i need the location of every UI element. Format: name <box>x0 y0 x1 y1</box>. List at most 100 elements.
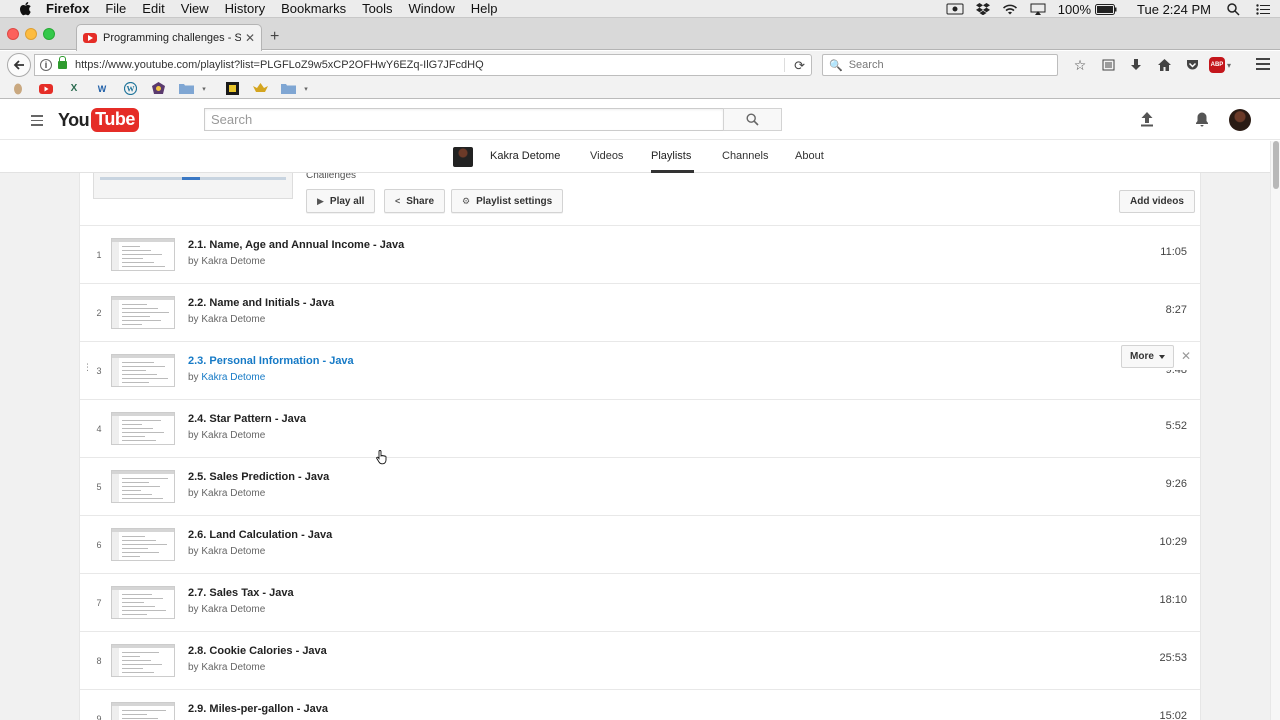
bookmark-crown-icon[interactable] <box>252 82 268 96</box>
video-thumbnail[interactable] <box>111 238 175 271</box>
video-thumbnail[interactable] <box>111 412 175 445</box>
menu-view[interactable]: View <box>181 1 209 16</box>
airplay-icon[interactable] <box>1030 3 1046 15</box>
playlist-video-row[interactable]: 7 2.7. Sales Tax - Java by Kakra Detome 18:… <box>80 573 1200 631</box>
playlist-video-row[interactable]: 5 2.5. Sales Prediction - Java by Kakra De… <box>80 457 1200 515</box>
menu-edit[interactable]: Edit <box>142 1 164 16</box>
bookmark-w-icon[interactable]: W <box>94 82 110 96</box>
video-title-link[interactable]: 2.7. Sales Tax - Java <box>188 587 294 599</box>
dropbox-icon[interactable] <box>975 3 990 15</box>
adblock-plus-icon[interactable]: ABP ▾ <box>1206 55 1234 75</box>
tab-channels[interactable]: Channels <box>722 150 768 162</box>
bookmark-folder-icon[interactable] <box>178 82 194 96</box>
notifications-bell-icon[interactable] <box>1195 111 1209 130</box>
bookmark-imdb-icon[interactable] <box>224 82 240 96</box>
spotlight-icon[interactable] <box>1227 2 1240 16</box>
video-owner-link[interactable]: Kakra Detome <box>201 488 265 499</box>
notification-center-icon[interactable] <box>1256 3 1270 15</box>
back-button[interactable] <box>7 53 31 77</box>
page-scrollbar[interactable] <box>1270 141 1280 720</box>
video-thumbnail[interactable] <box>111 470 175 503</box>
playlist-video-row[interactable]: 6 2.6. Land Calculation - Java by Kakra De… <box>80 515 1200 573</box>
video-title-link[interactable]: 2.8. Cookie Calories - Java <box>188 645 327 657</box>
downloads-icon[interactable] <box>1122 55 1150 75</box>
video-title-link[interactable]: 2.6. Land Calculation - Java <box>188 529 332 541</box>
url-bar[interactable]: i https://www.youtube.com/playlist?list=… <box>34 54 812 76</box>
menu-history[interactable]: History <box>225 1 265 16</box>
playlist-thumbnail[interactable] <box>93 173 293 199</box>
tab-playlists[interactable]: Playlists <box>651 150 691 162</box>
video-title-link[interactable]: 2.2. Name and Initials - Java <box>188 297 334 309</box>
url-text[interactable]: https://www.youtube.com/playlist?list=PL… <box>75 59 484 71</box>
video-owner-link[interactable]: Kakra Detome <box>201 256 265 267</box>
bookmark-badge-icon[interactable] <box>150 82 166 96</box>
browser-menu-icon[interactable] <box>1256 58 1270 73</box>
reload-icon[interactable]: ⟳ <box>794 58 805 74</box>
playlist-settings-button[interactable]: ⚙ Playlist settings <box>451 189 564 213</box>
pocket-icon[interactable] <box>1178 55 1206 75</box>
user-avatar[interactable] <box>1229 109 1251 131</box>
video-owner-link[interactable]: Kakra Detome <box>201 604 265 615</box>
close-window-button[interactable] <box>7 28 19 40</box>
video-owner-link[interactable]: Kakra Detome <box>201 372 265 383</box>
playlist-video-row[interactable]: ⋮ 3 2.3. Personal Information - Java by Kak… <box>80 341 1200 399</box>
search-engine-icon[interactable]: 🔍 <box>829 59 843 72</box>
bookmark-star-icon[interactable]: ☆ <box>1066 55 1094 75</box>
play-all-button[interactable]: ▶ Play all <box>306 189 376 213</box>
menu-window[interactable]: Window <box>409 1 455 16</box>
video-owner-link[interactable]: Kakra Detome <box>201 662 265 673</box>
minimize-window-button[interactable] <box>25 28 37 40</box>
youtube-search-button[interactable] <box>723 108 782 131</box>
guide-menu-icon[interactable] <box>31 115 43 129</box>
playlist-video-row[interactable]: 92.9. Miles-per-gallon - Javaby Kakra De… <box>80 689 1200 720</box>
playlist-video-row[interactable]: 2 2.2. Name and Initials - Java by Kakra D… <box>80 283 1200 341</box>
channel-name-link[interactable]: Kakra Detome <box>490 150 560 162</box>
playlist-video-row[interactable]: 1 2.1. Name, Age and Annual Income - Java… <box>80 225 1200 283</box>
bookmark-x-icon[interactable]: X <box>66 82 82 96</box>
video-title-link[interactable]: 2.9. Miles-per-gallon - Java <box>188 703 328 715</box>
video-title-link[interactable]: 2.1. Name, Age and Annual Income - Java <box>188 239 404 251</box>
video-title-link[interactable]: 2.3. Personal Information - Java <box>188 355 354 367</box>
battery-icon[interactable] <box>1095 3 1117 15</box>
video-thumbnail[interactable] <box>111 528 175 561</box>
video-title-link[interactable]: 2.4. Star Pattern - Java <box>188 413 306 425</box>
scrollbar-thumb[interactable] <box>1273 141 1279 189</box>
menubar-clock[interactable]: Tue 2:24 PM <box>1137 2 1211 17</box>
playlist-video-row[interactable]: 4 2.4. Star Pattern - Java by Kakra Detome… <box>80 399 1200 457</box>
bookmark-generic-icon[interactable] <box>10 82 26 96</box>
home-icon[interactable] <box>1150 55 1178 75</box>
share-button[interactable]: < Share <box>384 189 446 213</box>
bookmark-folder-2-icon[interactable] <box>280 82 296 96</box>
more-button[interactable]: More <box>1121 345 1174 368</box>
browser-search-box[interactable]: 🔍 Search <box>822 54 1058 76</box>
new-tab-icon[interactable]: + <box>270 28 279 46</box>
video-thumbnail[interactable] <box>111 296 175 329</box>
channel-avatar[interactable] <box>453 147 473 167</box>
zoom-window-button[interactable] <box>43 28 55 40</box>
upload-icon[interactable] <box>1140 111 1154 130</box>
video-owner-link[interactable]: Kakra Detome <box>201 546 265 557</box>
bookmark-wordpress-icon[interactable]: W <box>122 82 138 96</box>
tab-about[interactable]: About <box>795 150 824 162</box>
apple-icon[interactable] <box>18 1 32 16</box>
browser-tab-active[interactable]: Programming challenges - St ✕ <box>76 24 262 51</box>
video-owner-link[interactable]: Kakra Detome <box>201 430 265 441</box>
video-thumbnail[interactable] <box>111 644 175 677</box>
playlist-video-row[interactable]: 8 2.8. Cookie Calories - Java by Kakra Det… <box>80 631 1200 689</box>
reading-list-icon[interactable] <box>1094 55 1122 75</box>
bookmark-youtube-icon[interactable] <box>38 82 54 96</box>
add-videos-button[interactable]: Add videos <box>1119 190 1195 213</box>
menu-help[interactable]: Help <box>471 1 498 16</box>
video-thumbnail[interactable] <box>111 354 175 387</box>
video-title-link[interactable]: 2.5. Sales Prediction - Java <box>188 471 329 483</box>
menu-tools[interactable]: Tools <box>362 1 392 16</box>
video-thumbnail[interactable] <box>111 702 175 720</box>
bookmark-dropdown-2-icon[interactable]: ▾ <box>298 82 314 96</box>
youtube-search-input[interactable]: Search <box>204 108 723 131</box>
remove-video-icon[interactable]: ✕ <box>1181 349 1191 363</box>
bookmark-dropdown-icon[interactable]: ▾ <box>196 82 212 96</box>
menu-bookmarks[interactable]: Bookmarks <box>281 1 346 16</box>
tab-videos[interactable]: Videos <box>590 150 623 162</box>
site-info-icon[interactable]: i <box>40 59 52 71</box>
menu-app-firefox[interactable]: Firefox <box>46 1 89 16</box>
